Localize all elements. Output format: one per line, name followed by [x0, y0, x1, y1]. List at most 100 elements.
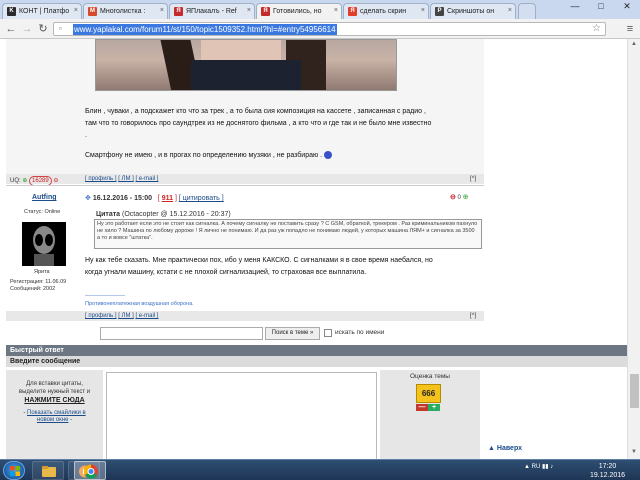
taskbar: ▲ RU ▮▮ ♪ 17:20 19.12.2016 [0, 459, 640, 480]
scrollbar-thumb[interactable] [630, 374, 639, 408]
insert-quote-link[interactable]: НАЖМИТЕ СЮДА [6, 397, 103, 404]
yaplakal-icon: Я [174, 7, 183, 16]
reload-icon[interactable]: ↻ [36, 22, 50, 36]
post-photo [95, 39, 397, 91]
scroll-top-link[interactable]: [^] [470, 313, 476, 319]
multilist-icon: M [88, 7, 97, 16]
user-title: Ярита [34, 269, 50, 275]
address-bar[interactable]: ▫ www.yaplakal.com/forum11/st/150/topic1… [53, 22, 606, 36]
kont-icon: K [7, 7, 16, 16]
taskbar-chrome-icon[interactable] [74, 461, 106, 480]
quote-box: Ну это работает если это не стоит как си… [94, 219, 482, 249]
scroll-up-icon[interactable]: ▲ [628, 41, 640, 47]
yaplakal-icon: Я [261, 7, 270, 16]
post2-footer [6, 311, 484, 321]
post2-text-line2: когда угнали машину, кстати с не плохой … [85, 269, 367, 276]
email-link[interactable]: [ e-mail ] [135, 176, 158, 182]
search-by-name-checkbox[interactable] [324, 329, 332, 337]
reply-textarea[interactable] [106, 372, 377, 459]
tab-screenshots-online[interactable]: P Скриншоты он × [430, 3, 516, 19]
rating-minus-button[interactable]: — [416, 404, 428, 411]
p-icon: P [435, 7, 444, 16]
tab-multilist[interactable]: M Многолистка : × [83, 3, 168, 19]
back-to-top-link: ▲ Наверх [488, 445, 523, 452]
system-tray: ▲ RU ▮▮ ♪ [524, 463, 553, 470]
profile-link[interactable]: [ профиль ] [85, 176, 117, 182]
rep-number[interactable]: 911 [162, 195, 173, 202]
volume-icon[interactable]: ♪ [550, 464, 553, 470]
reply-left-panel: Для вставки цитаты, выделите нужный текс… [6, 370, 103, 459]
page-content: Блин , чуваки , а подскажет кто что за т… [0, 39, 627, 459]
close-tab-icon[interactable]: × [74, 7, 78, 14]
plus-icon: ⊕ [22, 178, 28, 184]
language-indicator[interactable]: RU [532, 464, 541, 470]
message-count: Сообщений: 2002 [10, 286, 56, 292]
maximize-button[interactable]: □ [588, 0, 614, 14]
taskbar-explorer-icon[interactable] [32, 461, 64, 480]
minimize-button[interactable]: — [562, 0, 588, 14]
alien-avatar-icon [33, 226, 55, 266]
topic-search-input[interactable] [100, 327, 263, 340]
rating-controls: — + [416, 404, 441, 411]
arrow-up-icon: ▲ [488, 445, 495, 452]
forward-icon[interactable]: → [20, 22, 34, 36]
topic-rating-label: Оценка темы [410, 373, 450, 380]
pm-link[interactable]: [ ЛМ ] [118, 313, 134, 319]
tab-strip: K КОНТ | Платфо × M Многолистка : × Я ЯПлакал… [0, 0, 640, 19]
back-icon[interactable]: ← [4, 22, 18, 36]
toolbar: ← → ↻ ▫ www.yaplakal.com/forum11/st/150/… [0, 19, 640, 39]
post1-text-line3: . [85, 132, 87, 139]
smiley-icon [324, 151, 333, 160]
tab-active-topic[interactable]: Я Готовились, но × [256, 3, 342, 19]
close-tab-icon[interactable]: × [160, 7, 164, 14]
signature: Противонеплатежная воздушная оборона. [85, 301, 194, 307]
vertical-scrollbar[interactable]: ▲ ▼ [627, 39, 640, 459]
page-icon: ▫ [59, 24, 62, 33]
scroll-down-icon[interactable]: ▼ [628, 449, 640, 455]
author-name[interactable]: Autfing [32, 194, 57, 201]
signature-separator: -------------------- [85, 293, 125, 299]
quote-header: Цитата (Octacopter @ 15.12.2016 - 20:37) [96, 211, 231, 218]
close-tab-icon[interactable]: × [334, 7, 338, 14]
tray-arrow-icon[interactable]: ▲ [524, 464, 530, 470]
profile-link[interactable]: [ профиль ] [85, 313, 117, 319]
tab-screenshot[interactable]: Ясделать скрин × [343, 3, 429, 19]
search-by-name-label: искать по имени [335, 329, 385, 336]
close-tab-icon[interactable]: × [421, 7, 425, 14]
quick-reply-header: Быстрый ответ [6, 345, 627, 356]
quote-link[interactable]: [ цитировать ] [179, 195, 224, 202]
star-icon[interactable]: ☆ [592, 23, 601, 35]
enter-message-header: Введите сообщение [6, 356, 627, 367]
topic-rating-value: 666 [416, 384, 441, 403]
menu-icon[interactable]: ≡ [624, 22, 636, 36]
score-up-icon[interactable]: ⊕ [463, 194, 469, 201]
close-tab-icon[interactable]: × [247, 7, 251, 14]
minus-icon: ⊖ [53, 178, 59, 184]
email-link[interactable]: [ e-mail ] [135, 313, 158, 319]
tab-yaplakal-ref[interactable]: Я ЯПлакалъ - Ref × [169, 3, 255, 19]
post1-footer [6, 174, 484, 184]
score-down-icon[interactable]: ⊖ [450, 194, 456, 201]
registration-date: Регистрация: 11.06.09 [10, 279, 67, 285]
start-button[interactable] [3, 461, 25, 480]
rating-plus-button[interactable]: + [428, 404, 440, 411]
post2-header: ✥ 16.12.2016 - 15:00 [ 911 ] [ цитироват… [85, 195, 224, 202]
windows-logo-icon [10, 466, 20, 476]
url-text[interactable]: www.yaplakal.com/forum11/st/150/topic150… [73, 24, 337, 35]
avatar [22, 222, 66, 266]
scroll-top-link[interactable]: [^] [470, 176, 476, 182]
tab-kont[interactable]: K КОНТ | Платфо × [2, 3, 82, 19]
post-score: ⊖ 0 ⊕ [450, 194, 469, 201]
user-status: Статус: Online [24, 209, 61, 215]
search-button[interactable]: Поиск в теме » [265, 327, 320, 340]
close-tab-icon[interactable]: × [508, 7, 512, 14]
yandex-icon: Я [348, 7, 357, 16]
close-window-button[interactable]: ✕ [614, 0, 640, 14]
new-tab-button[interactable] [518, 3, 536, 19]
network-icon[interactable]: ▮▮ [542, 464, 549, 470]
show-smileys-link[interactable]: Показать смайлики в [27, 410, 86, 416]
post1-text-line2: там что то говорилось про саундтрек из н… [85, 120, 432, 127]
post-link-icon[interactable]: ✥ [85, 195, 91, 202]
clock[interactable]: 17:20 19.12.2016 [590, 462, 625, 480]
pm-link[interactable]: [ ЛМ ] [118, 176, 134, 182]
